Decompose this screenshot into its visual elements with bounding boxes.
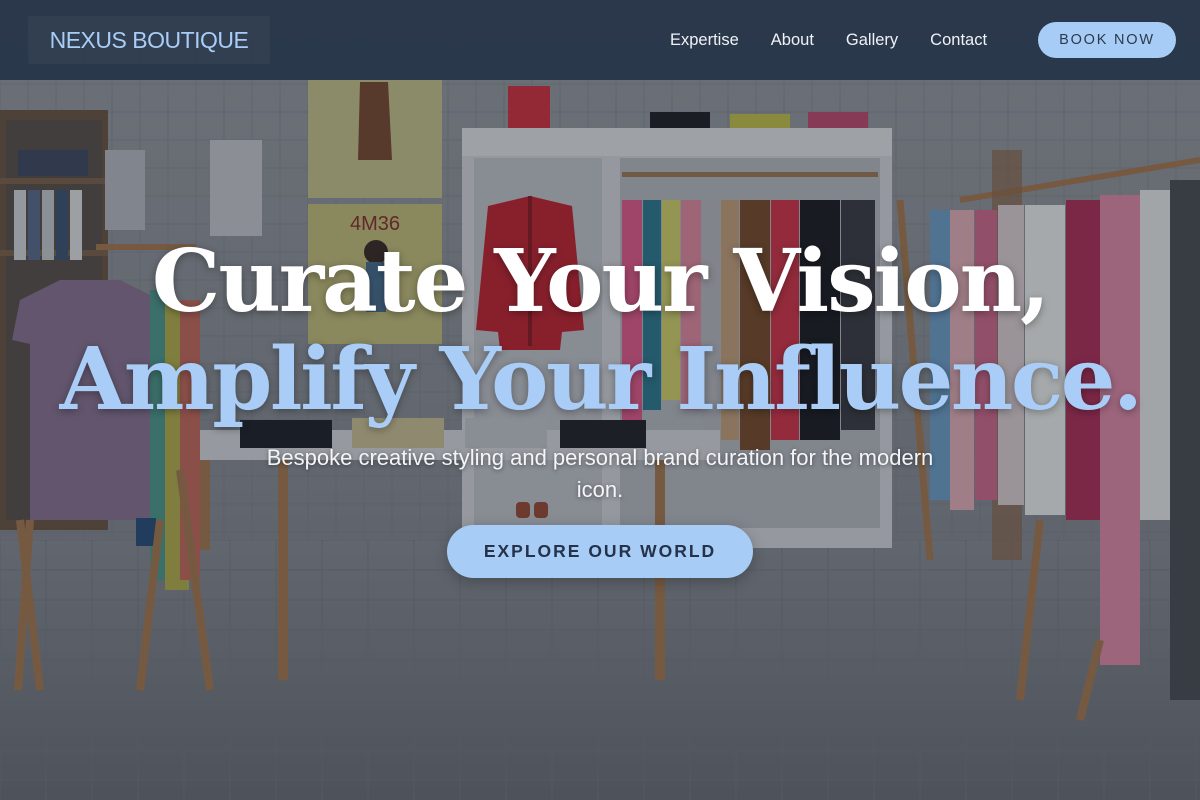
main-nav: Expertise About Gallery Contact: [670, 0, 987, 80]
explore-our-world-button[interactable]: EXPLORE OUR WORLD: [447, 525, 753, 578]
brand-logo[interactable]: NEXUS BOUTIQUE: [28, 16, 270, 64]
hero-headline-line2: Amplify Your Influence.: [59, 329, 1143, 430]
nav-link-contact[interactable]: Contact: [930, 31, 987, 50]
nav-link-gallery[interactable]: Gallery: [846, 31, 898, 50]
book-now-button[interactable]: BOOK NOW: [1038, 22, 1176, 58]
site-header: NEXUS BOUTIQUE Expertise About Gallery C…: [0, 0, 1200, 80]
hero-subtitle: Bespoke creative styling and personal br…: [266, 445, 934, 502]
hero-headline-line1: Curate Your Vision,: [151, 231, 1050, 332]
nav-link-about[interactable]: About: [771, 31, 814, 50]
nav-link-expertise[interactable]: Expertise: [670, 31, 739, 50]
